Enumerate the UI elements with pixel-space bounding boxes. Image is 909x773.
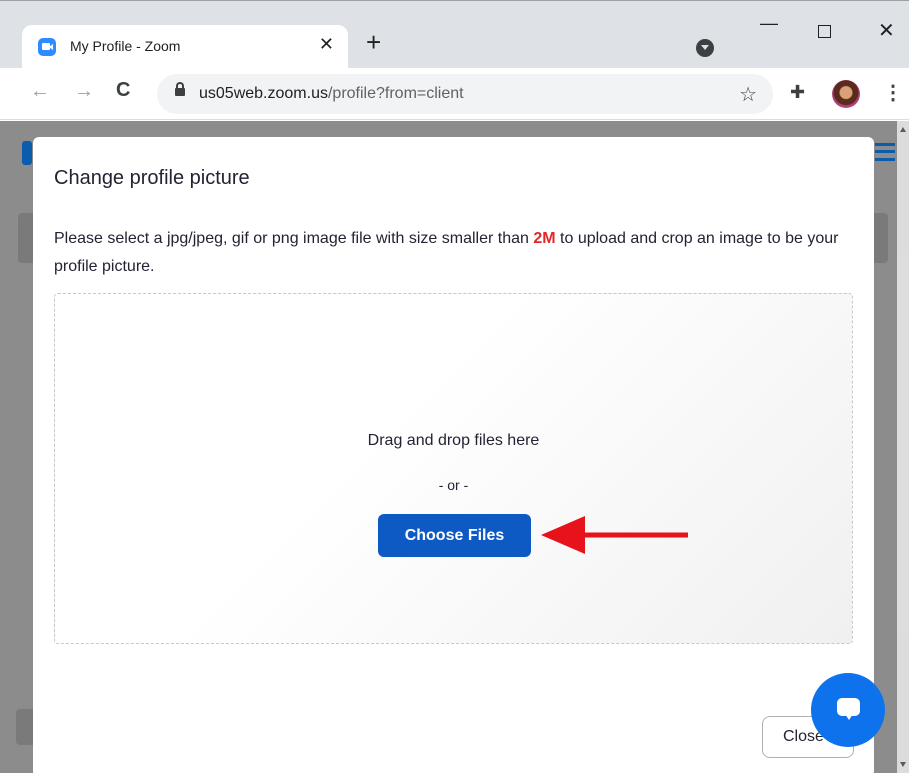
choose-files-button[interactable]: Choose Files <box>378 514 531 557</box>
chat-bubble-icon <box>837 698 860 720</box>
size-limit: 2M <box>533 230 556 247</box>
lock-icon[interactable] <box>175 82 185 96</box>
file-dropzone[interactable]: Drag and drop files here - or - Choose F… <box>54 293 853 644</box>
url-text[interactable]: us05web.zoom.us/profile?from=client <box>199 85 464 103</box>
tab-strip: My Profile - Zoom ✕ + — ✕ <box>0 0 909 69</box>
zoom-logo <box>22 141 32 165</box>
desc-text-start: Please select a jpg/jpeg, gif or png ima… <box>54 230 534 247</box>
maximize-button[interactable] <box>818 25 831 38</box>
address-bar[interactable]: us05web.zoom.us/profile?from=client ☆ <box>157 74 773 114</box>
url-host: us05web.zoom.us <box>199 85 328 102</box>
avatar[interactable] <box>832 80 860 108</box>
or-divider: - or - <box>438 477 469 493</box>
change-profile-picture-dialog: Change profile picture Please select a j… <box>33 137 874 773</box>
annotation-arrow-icon <box>541 516 688 554</box>
browser-toolbar: ← → C us05web.zoom.us/profile?from=clien… <box>0 68 909 120</box>
bookmark-star-icon[interactable]: ☆ <box>739 82 757 107</box>
new-tab-button[interactable]: + <box>366 29 381 55</box>
back-arrow-icon[interactable]: ← <box>30 80 50 103</box>
dialog-title: Change profile picture <box>54 167 250 189</box>
dialog-description: Please select a jpg/jpeg, gif or png ima… <box>54 225 844 281</box>
tab-search-icon[interactable] <box>696 39 714 57</box>
page-scrollbar[interactable] <box>897 121 909 773</box>
zoom-favicon-icon <box>38 38 56 56</box>
forward-arrow-icon[interactable]: → <box>74 80 94 103</box>
chat-support-button[interactable] <box>811 673 885 747</box>
url-path: /profile?from=client <box>327 85 464 102</box>
tab-title: My Profile - Zoom <box>70 38 181 54</box>
window-close-button[interactable]: ✕ <box>878 18 895 43</box>
reload-icon[interactable]: C <box>116 79 130 102</box>
kebab-menu-icon[interactable]: ⋮ <box>883 80 903 105</box>
extensions-puzzle-icon[interactable]: ✚ <box>790 82 805 103</box>
tab-close-icon[interactable]: ✕ <box>319 34 334 55</box>
drop-instructions: Drag and drop files here <box>367 432 540 449</box>
hamburger-menu-icon <box>875 143 895 161</box>
minimize-button[interactable]: — <box>760 13 778 34</box>
browser-tab[interactable]: My Profile - Zoom ✕ <box>22 25 348 69</box>
